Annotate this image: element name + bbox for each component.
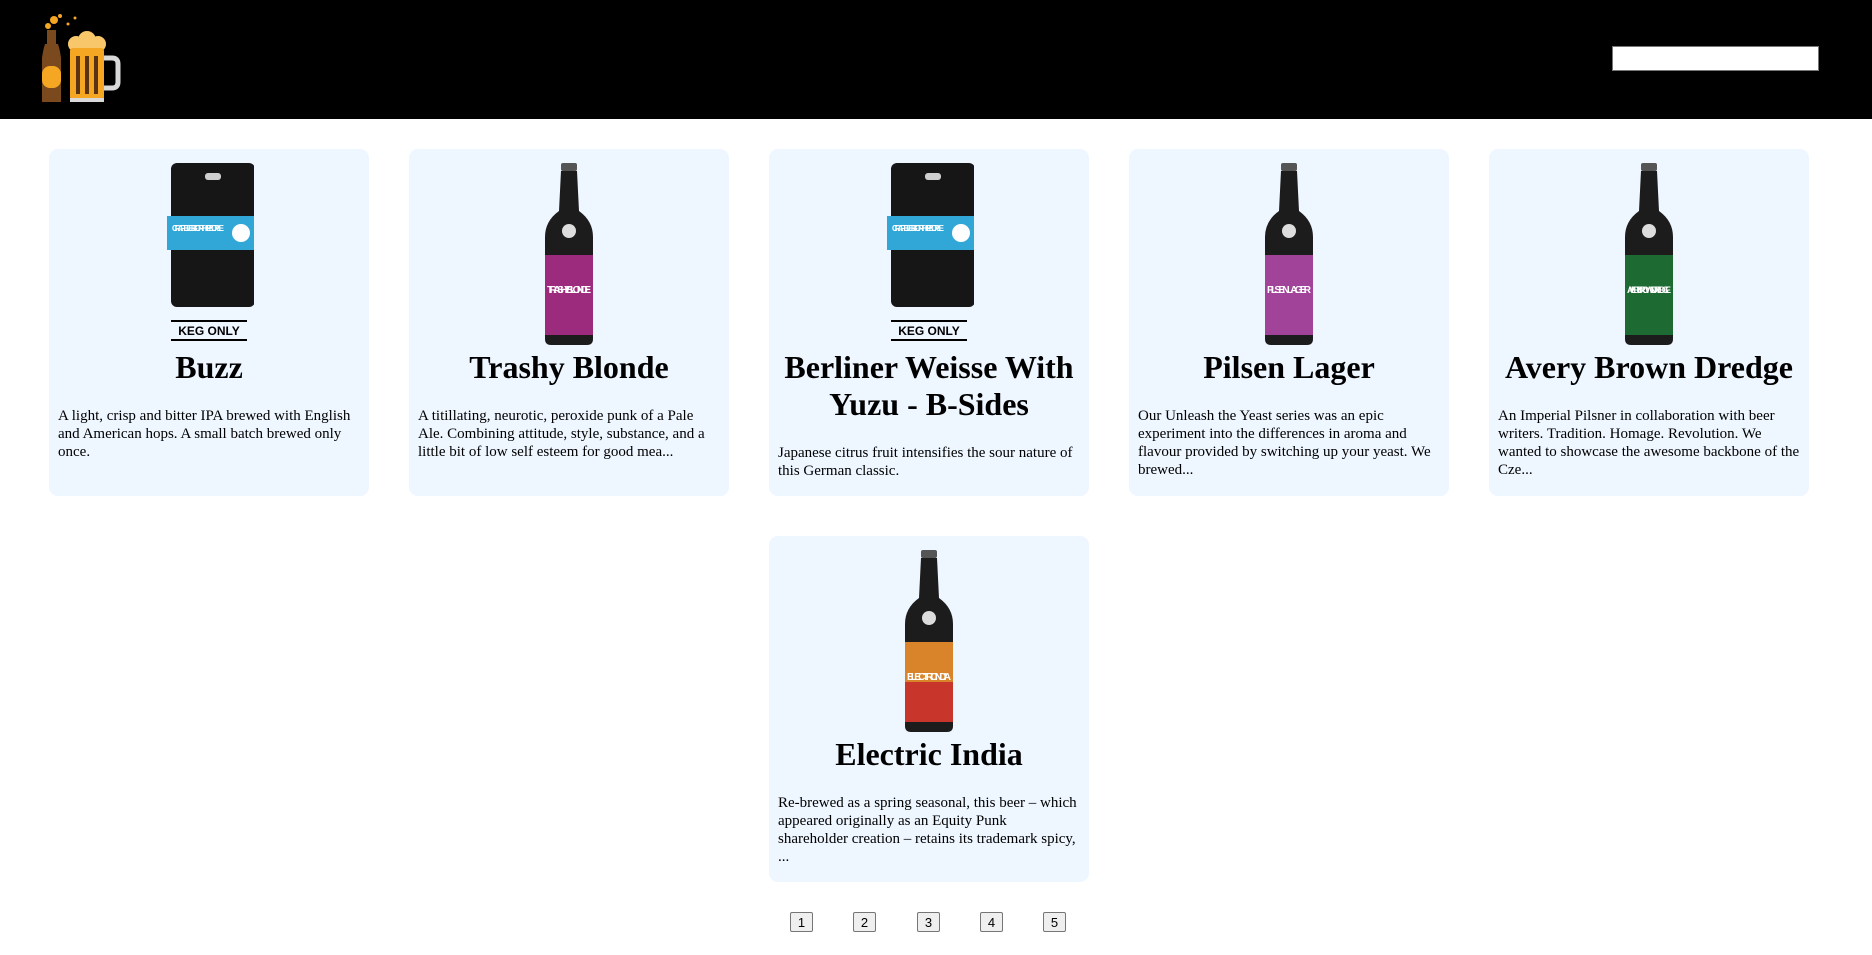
beer-description: A titillating, neurotic, peroxide punk o… <box>418 408 705 460</box>
beer-name: Buzz <box>175 349 243 385</box>
pagination: 1 2 3 4 5 <box>0 912 1872 933</box>
beer-card[interactable]: CRAFT BEER FOR THE PEOPLE KEG ONLY Berli… <box>769 149 1089 496</box>
beer-bottle-icon: AVERY BROWN DREDGE <box>1489 163 1809 345</box>
page-button-4[interactable]: 4 <box>980 912 1003 932</box>
beer-name: Avery Brown Dredge <box>1505 349 1793 385</box>
site-header <box>0 0 1872 119</box>
beer-card[interactable]: CRAFT BEER FOR THE PEOPLE KEG ONLY Buzz … <box>49 149 369 496</box>
beer-description: Japanese citrus fruit intensifies the so… <box>778 445 1073 479</box>
beer-name: Pilsen Lager <box>1203 349 1375 385</box>
keg-icon: CRAFT BEER FOR THE PEOPLE KEG ONLY <box>49 163 369 345</box>
beer-description: An Imperial Pilsner in collaboration wit… <box>1498 408 1800 478</box>
svg-text:TRASHY BLONDE: TRASHY BLONDE <box>547 285 591 296</box>
svg-text:CRAFT BEER FOR THE PEOPLE: CRAFT BEER FOR THE PEOPLE <box>172 224 225 233</box>
beer-bottle-and-mug-icon[interactable] <box>40 14 132 106</box>
beer-card[interactable]: TRASHY BLONDE Trashy Blonde A titillatin… <box>409 149 729 496</box>
beer-card[interactable]: ELECTRIC INDIA Electric India Re-brewed … <box>769 536 1089 882</box>
page-button-2[interactable]: 2 <box>853 912 876 932</box>
svg-text:AVERY BROWN DREDGE: AVERY BROWN DREDGE <box>1627 285 1671 295</box>
page-button-1[interactable]: 1 <box>790 912 813 932</box>
svg-text:ELECTRIC INDIA: ELECTRIC INDIA <box>907 672 951 683</box>
svg-text:CRAFT BEER FOR THE PEOPLE: CRAFT BEER FOR THE PEOPLE <box>892 224 945 233</box>
beer-bottle-icon: TRASHY BLONDE <box>409 163 729 345</box>
page-button-3[interactable]: 3 <box>917 912 940 932</box>
beer-description: Re-brewed as a spring seasonal, this bee… <box>778 795 1077 865</box>
search-input[interactable] <box>1612 46 1819 71</box>
beer-bottle-icon: PILSEN LAGER <box>1129 163 1449 345</box>
beer-description: A light, crisp and bitter IPA brewed wit… <box>58 408 351 460</box>
beer-name: Berliner Weisse With Yuzu - B-Sides <box>784 349 1074 422</box>
page-button-5[interactable]: 5 <box>1043 912 1066 932</box>
svg-text:KEG ONLY: KEG ONLY <box>178 324 240 338</box>
beer-description: Our Unleash the Yeast series was an epic… <box>1138 408 1431 478</box>
beer-card[interactable]: AVERY BROWN DREDGE Avery Brown Dredge An… <box>1489 149 1809 496</box>
beer-name: Trashy Blonde <box>469 349 669 385</box>
beer-name: Electric India <box>835 736 1023 772</box>
beer-card[interactable]: PILSEN LAGER Pilsen Lager Our Unleash th… <box>1129 149 1449 496</box>
beer-bottle-icon: ELECTRIC INDIA <box>769 550 1089 732</box>
svg-text:KEG ONLY: KEG ONLY <box>898 324 960 338</box>
svg-text:PILSEN LAGER: PILSEN LAGER <box>1267 285 1312 296</box>
keg-icon: CRAFT BEER FOR THE PEOPLE KEG ONLY <box>769 163 1089 345</box>
